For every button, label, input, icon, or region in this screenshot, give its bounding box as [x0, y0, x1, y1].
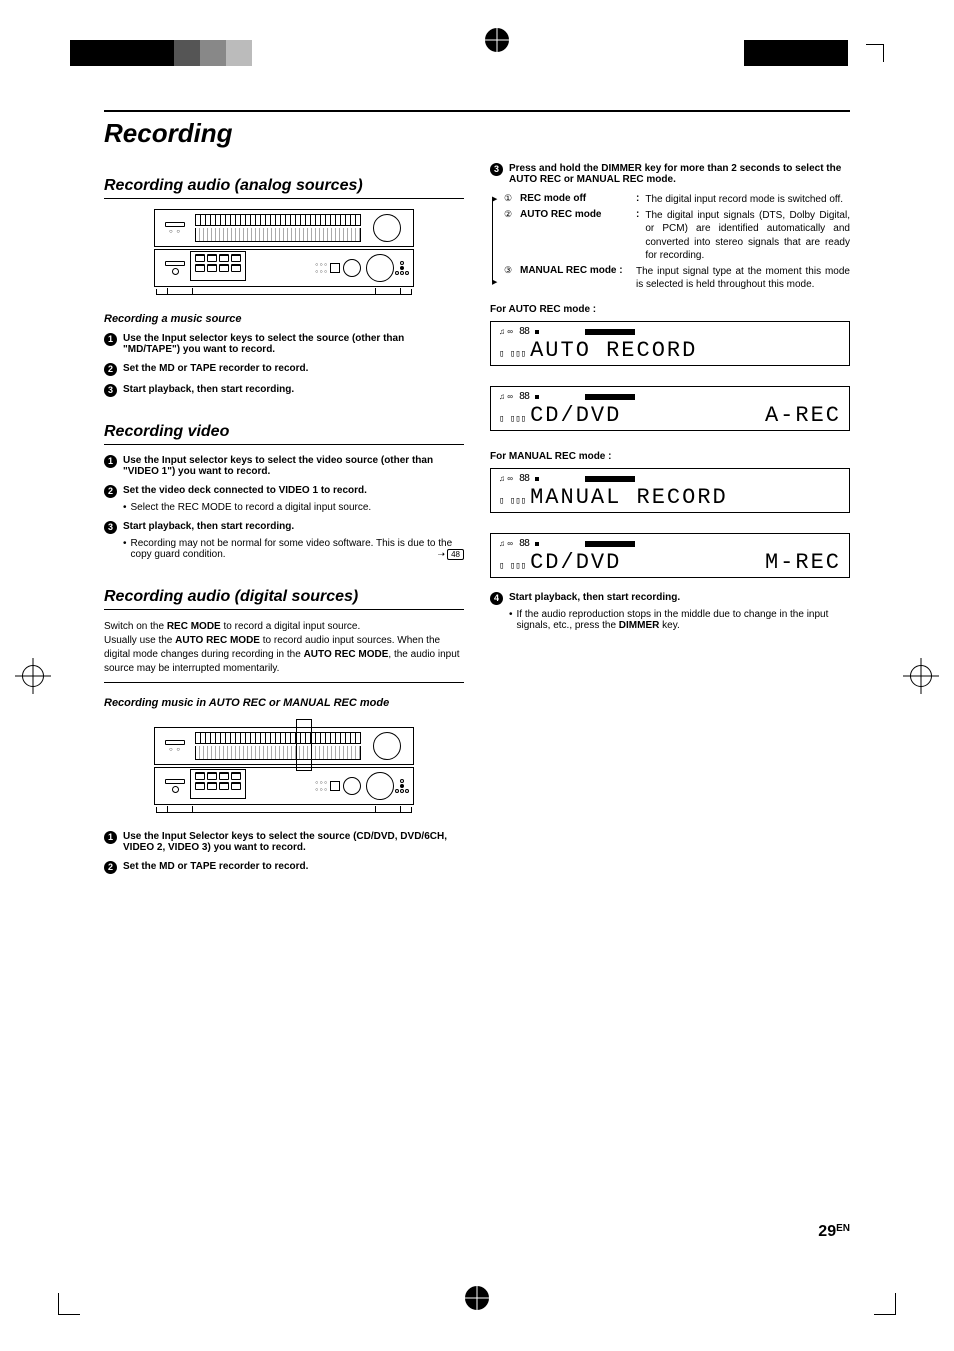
registration-mark-left-icon	[22, 665, 44, 687]
label-for-auto: For AUTO REC mode :	[490, 304, 850, 315]
lcd-text: AUTO RECORD	[530, 338, 697, 363]
mode-list: ① REC mode off : The digital input recor…	[502, 193, 850, 292]
heading-digital: Recording audio (digital sources)	[104, 588, 464, 610]
page-content: Recording Recording audio (analog source…	[104, 110, 850, 1241]
step-item: 4Start playback, then start recording.	[490, 592, 850, 605]
step-item: 3Start playback, then start recording.	[104, 384, 464, 397]
step-item: 1Use the Input selector keys to select t…	[104, 333, 464, 355]
step-item: 2Set the video deck connected to VIDEO 1…	[104, 485, 464, 498]
device-illustration: ○ ○ ○ ○	[154, 727, 414, 813]
lcd-text: A-REC	[765, 403, 841, 428]
rule-top	[104, 110, 850, 112]
mode-item: ② AUTO REC mode : The digital input sign…	[502, 209, 850, 263]
headphone-icon: ♫ ∞	[499, 327, 513, 336]
heading-music-source: Recording a music source	[104, 313, 464, 325]
step-note: • If the audio reproduction stops in the…	[509, 609, 850, 631]
step-item: 3Start playback, then start recording.	[104, 521, 464, 534]
heading-analog: Recording audio (analog sources)	[104, 177, 464, 199]
headphone-icon: ♫ ∞	[499, 539, 513, 548]
lcd-text: MANUAL RECORD	[530, 485, 728, 510]
page-title: Recording	[104, 118, 850, 149]
headphone-icon: ♫ ∞	[499, 474, 513, 483]
heading-video: Recording video	[104, 423, 464, 445]
step-item: 1Use the Input selector keys to select t…	[104, 455, 464, 477]
step-item: 2Set the MD or TAPE recorder to record.	[104, 861, 464, 874]
mode-item: ① REC mode off : The digital input recor…	[502, 193, 850, 207]
print-marks-bottom	[0, 1273, 954, 1323]
cycle-arrow-icon	[492, 199, 493, 282]
page-number: 29EN	[818, 1223, 850, 1241]
registration-mark-icon	[485, 28, 509, 52]
body-text: Switch on the REC MODE to record a digit…	[104, 620, 464, 676]
step-item: 2Set the MD or TAPE recorder to record.	[104, 363, 464, 376]
step-note: • Recording may not be normal for some v…	[123, 538, 464, 560]
right-column: 3Press and hold the DIMMER key for more …	[490, 163, 850, 878]
crop-mark-icon	[58, 1287, 86, 1315]
lcd-text: M-REC	[765, 550, 841, 575]
step-item: 1Use the Input Selector keys to select t…	[104, 831, 464, 853]
headphone-icon: ♫ ∞	[499, 392, 513, 401]
registration-mark-right-icon	[910, 665, 932, 687]
lcd-text: CD/DVD	[530, 550, 621, 575]
registration-mark-icon	[465, 1286, 489, 1310]
lcd-display: ♫ ∞ 88 ▯ ▯▯▯ CD/DVD M-REC	[490, 533, 850, 578]
lcd-display: ♫ ∞ 88 ▯ ▯▯▯ AUTO RECORD	[490, 321, 850, 366]
page-reference: ➝48	[438, 549, 464, 560]
lcd-display: ♫ ∞ 88 ▯ ▯▯▯ CD/DVD A-REC	[490, 386, 850, 431]
step-item: 3Press and hold the DIMMER key for more …	[490, 163, 850, 185]
lcd-text: CD/DVD	[530, 403, 621, 428]
left-column: Recording audio (analog sources) ○ ○	[104, 163, 464, 878]
step-note: •Select the REC MODE to record a digital…	[123, 502, 464, 513]
label-for-manual: For MANUAL REC mode :	[490, 451, 850, 462]
lcd-display: ♫ ∞ 88 ▯ ▯▯▯ MANUAL RECORD	[490, 468, 850, 513]
print-marks-top	[0, 28, 954, 78]
mode-item: ③ MANUAL REC mode : The input signal typ…	[502, 265, 850, 292]
heading-rec-mode: Recording music in AUTO REC or MANUAL RE…	[104, 697, 464, 709]
device-illustration: ○ ○ ○ ○	[154, 209, 414, 295]
crop-mark-icon	[868, 1287, 896, 1315]
